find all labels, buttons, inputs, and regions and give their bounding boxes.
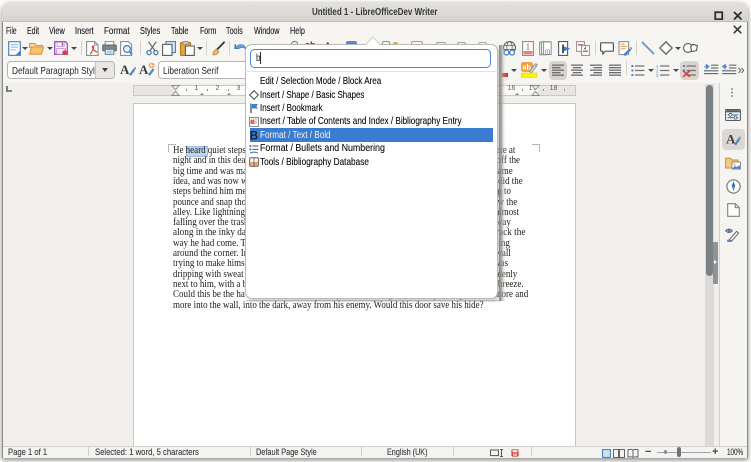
svg-text:A: A: [139, 62, 149, 77]
svg-text:1: 1: [526, 42, 531, 52]
svg-text:(i): (i): [544, 48, 550, 55]
svg-text:A: A: [120, 62, 130, 77]
svg-text:B: B: [250, 131, 258, 140]
svg-text:3: 3: [656, 73, 659, 77]
